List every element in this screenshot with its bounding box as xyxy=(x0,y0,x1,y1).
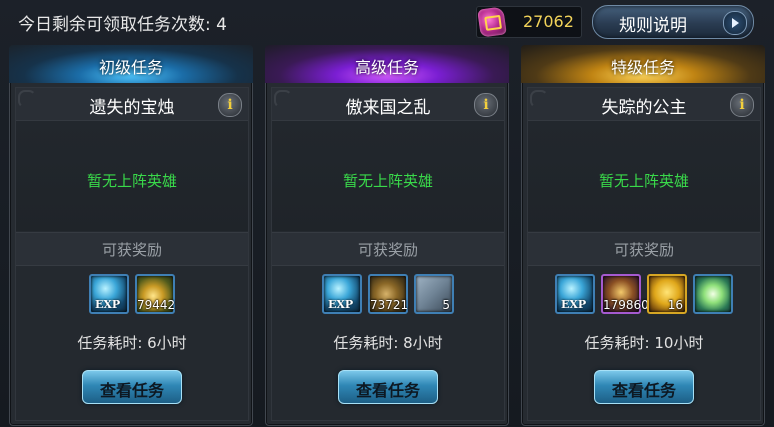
task-panel: 遗失的宝烛 i 暂无上阵英雄 可获奖励 EXP 79442 任务耗时: 6小时 … xyxy=(15,87,249,421)
tier-label: 高级任务 xyxy=(354,58,419,77)
gold-pile-icon[interactable]: 79442 xyxy=(135,274,175,314)
peach-icon[interactable] xyxy=(693,274,733,314)
exp-icon[interactable]: EXP xyxy=(555,274,595,314)
info-icon[interactable]: i xyxy=(474,93,498,117)
exp-icon[interactable]: EXP xyxy=(89,274,129,314)
scroll-icon[interactable]: 5 xyxy=(414,274,454,314)
tier-banner: 初级任务 xyxy=(9,45,253,83)
tier-label: 初级任务 xyxy=(98,58,163,77)
task-title-row: 失踪的公主 i xyxy=(528,88,760,121)
remaining-tasks-text: 今日剩余可领取任务次数: 4 xyxy=(18,15,227,35)
exp-icon[interactable]: EXP xyxy=(322,274,362,314)
task-card-basic: 初级任务 遗失的宝烛 i 暂无上阵英雄 可获奖励 EXP 79442 任务耗时:… xyxy=(9,45,253,426)
treasure-chest-icon[interactable]: 179860 xyxy=(601,274,649,314)
task-duration: 任务耗时: 8小时 xyxy=(333,334,443,352)
task-panel: 傲来国之乱 i 暂无上阵英雄 可获奖励 EXP 73721 5 任务耗时: 8小… xyxy=(271,87,505,421)
view-task-button[interactable]: 查看任务 xyxy=(82,370,182,404)
exp-label: EXP xyxy=(95,298,121,311)
view-task-label: 查看任务 xyxy=(611,381,676,400)
rewards-title: 可获奖励 xyxy=(357,241,418,259)
view-task-label: 查看任务 xyxy=(355,381,420,400)
hero-slot-area[interactable]: 暂无上阵英雄 xyxy=(16,121,248,231)
task-title: 傲来国之乱 xyxy=(345,98,431,118)
task-title: 失踪的公主 xyxy=(601,98,687,118)
task-duration: 任务耗时: 10小时 xyxy=(584,334,704,352)
gem-icon xyxy=(477,6,507,38)
no-hero-text: 暂无上阵英雄 xyxy=(598,172,689,190)
top-bar: 今日剩余可领取任务次数: 4 27062 规则说明 xyxy=(0,0,774,44)
task-card-advanced: 高级任务 傲来国之乱 i 暂无上阵英雄 可获奖励 EXP 73721 5 任务耗… xyxy=(265,45,509,426)
golden-totem-icon[interactable]: 16 xyxy=(647,274,687,314)
reward-quantity: 179860 xyxy=(603,298,649,312)
reward-quantity: 5 xyxy=(442,298,450,312)
reward-quantity: 79442 xyxy=(137,298,176,312)
hero-slot-area[interactable]: 暂无上阵英雄 xyxy=(528,121,760,231)
rewards-header: 可获奖励 xyxy=(16,232,248,266)
info-icon[interactable]: i xyxy=(730,93,754,117)
rewards-header: 可获奖励 xyxy=(272,232,504,266)
currency-value: 27062 xyxy=(523,12,574,31)
task-duration: 任务耗时: 6小时 xyxy=(77,334,187,352)
rewards-title: 可获奖励 xyxy=(613,241,674,259)
rewards-title: 可获奖励 xyxy=(101,241,162,259)
task-title: 遗失的宝烛 xyxy=(89,98,175,118)
reward-list: EXP 179860 16 xyxy=(528,274,760,320)
reward-quantity: 73721 xyxy=(370,298,409,312)
task-title-row: 傲来国之乱 i xyxy=(272,88,504,121)
task-panel: 失踪的公主 i 暂无上阵英雄 可获奖励 EXP 179860 16 任务耗时: … xyxy=(527,87,761,421)
view-task-button[interactable]: 查看任务 xyxy=(594,370,694,404)
rewards-header: 可获奖励 xyxy=(528,232,760,266)
no-hero-text: 暂无上阵英雄 xyxy=(86,172,177,190)
info-icon[interactable]: i xyxy=(218,93,242,117)
exp-label: EXP xyxy=(561,298,587,311)
tier-banner: 特级任务 xyxy=(521,45,765,83)
view-task-button[interactable]: 查看任务 xyxy=(338,370,438,404)
gold-ingot-icon[interactable]: 73721 xyxy=(368,274,408,314)
hero-slot-area[interactable]: 暂无上阵英雄 xyxy=(272,121,504,231)
reward-list: EXP 79442 xyxy=(16,274,248,320)
arrow-right-icon xyxy=(723,11,747,35)
rules-button-label: 规则说明 xyxy=(619,16,687,36)
view-task-label: 查看任务 xyxy=(99,381,164,400)
reward-quantity: 16 xyxy=(667,298,683,312)
reward-list: EXP 73721 5 xyxy=(272,274,504,320)
no-hero-text: 暂无上阵英雄 xyxy=(342,172,433,190)
currency-display: 27062 xyxy=(476,6,582,38)
rules-button[interactable]: 规则说明 xyxy=(592,5,754,39)
tier-banner: 高级任务 xyxy=(265,45,509,83)
tier-label: 特级任务 xyxy=(610,58,675,77)
exp-label: EXP xyxy=(328,298,354,311)
task-title-row: 遗失的宝烛 i xyxy=(16,88,248,121)
task-card-special: 特级任务 失踪的公主 i 暂无上阵英雄 可获奖励 EXP 179860 16 任… xyxy=(521,45,765,426)
